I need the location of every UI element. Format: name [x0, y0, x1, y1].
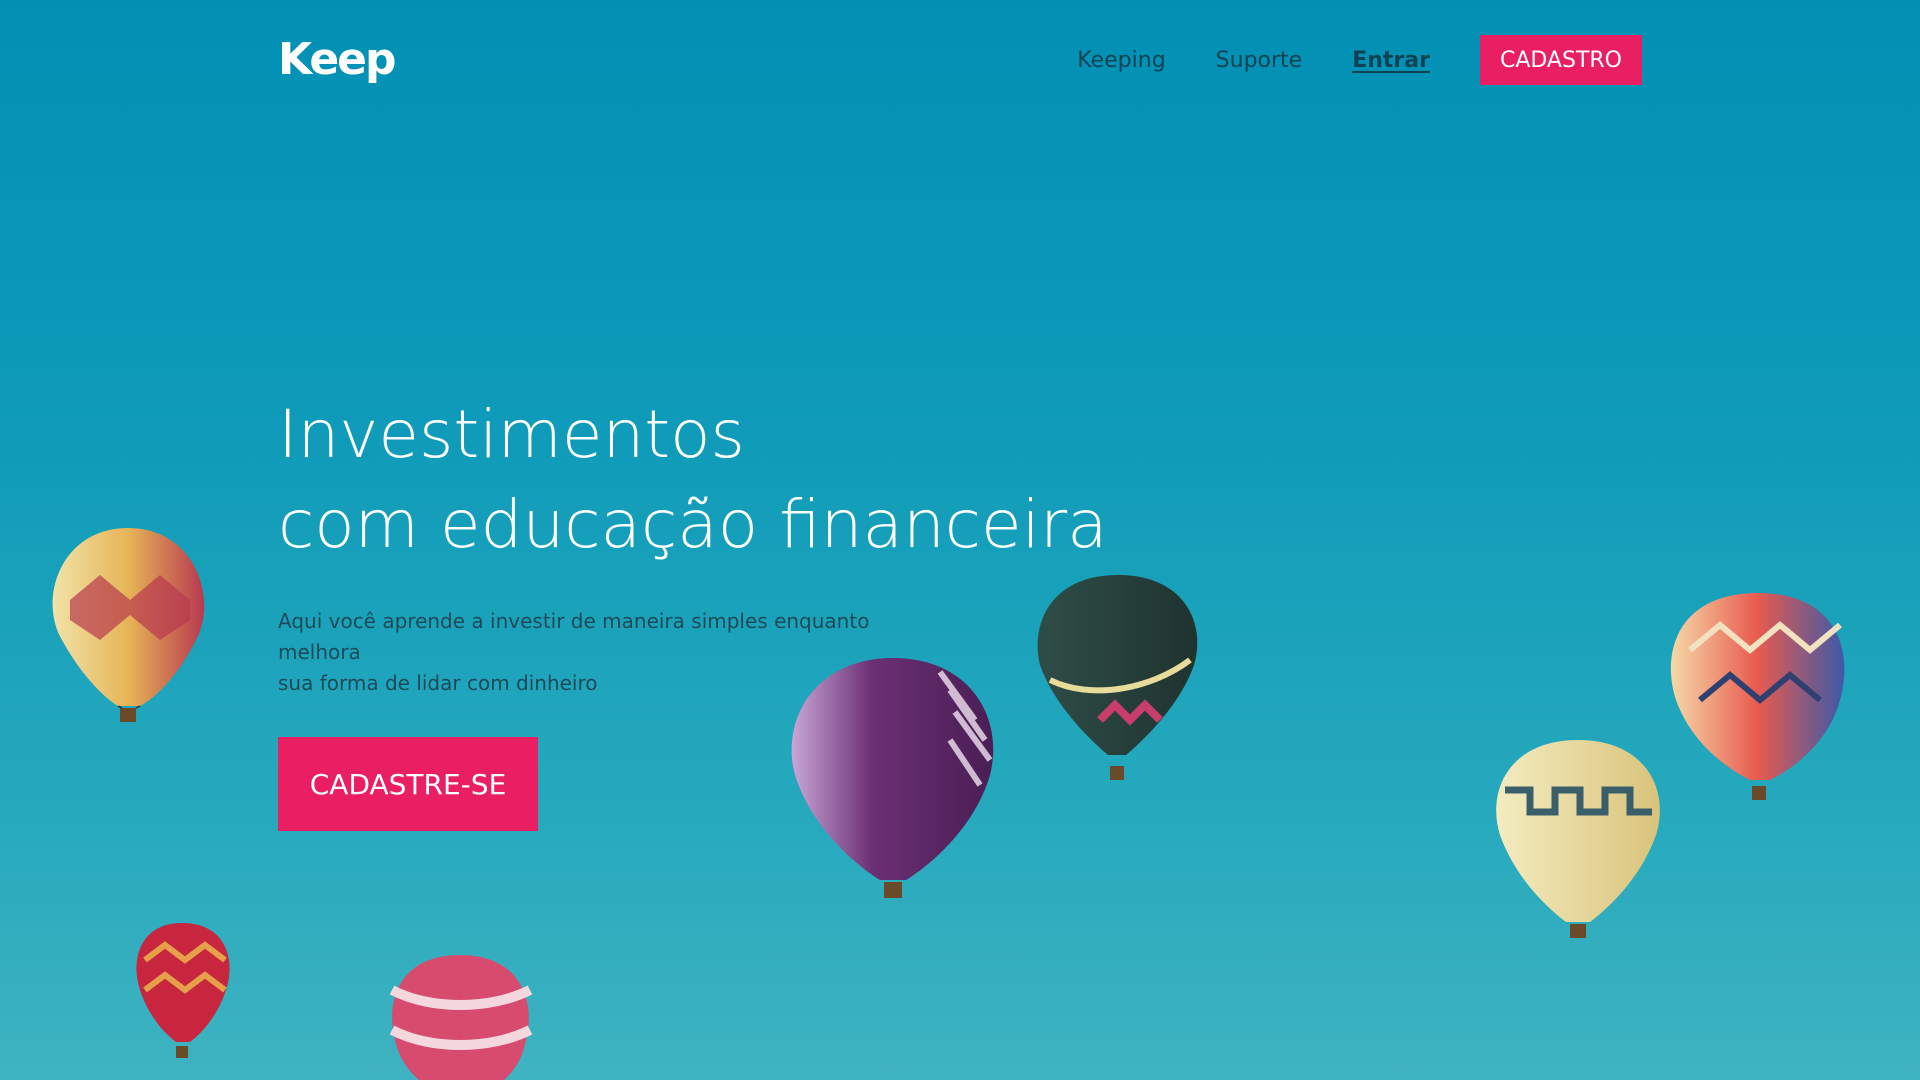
cadastre-se-button[interactable]: CADASTRE-SE — [278, 737, 538, 831]
hero-subtitle-line-1: Aqui você aprende a investir de maneira … — [278, 609, 870, 664]
keep-logo[interactable]: Keep — [278, 38, 397, 82]
hero-title: Investimentos com educação financeira — [278, 390, 1178, 570]
nav-link-keeping[interactable]: Keeping — [1077, 48, 1165, 73]
cadastro-button[interactable]: CADASTRO — [1479, 35, 1642, 85]
hero-section: Investimentos com educação financeira Aq… — [278, 390, 1178, 831]
nav-link-suporte[interactable]: Suporte — [1216, 48, 1303, 73]
nav-links: Keeping Suporte Entrar CADASTRO — [1027, 35, 1642, 85]
hero-subtitle-line-2: sua forma de lidar com dinheiro — [278, 671, 598, 695]
landing-page: Keep Keeping Suporte Entrar CADASTRO Inv… — [0, 0, 1920, 1080]
nav-link-entrar[interactable]: Entrar — [1352, 48, 1430, 73]
hero-title-line-2: com educação financeira — [278, 486, 1108, 563]
hero-title-line-1: Investimentos — [278, 396, 745, 473]
top-navigation: Keep Keeping Suporte Entrar CADASTRO — [278, 34, 1642, 86]
hero-subtitle: Aqui você aprende a investir de maneira … — [278, 606, 918, 699]
